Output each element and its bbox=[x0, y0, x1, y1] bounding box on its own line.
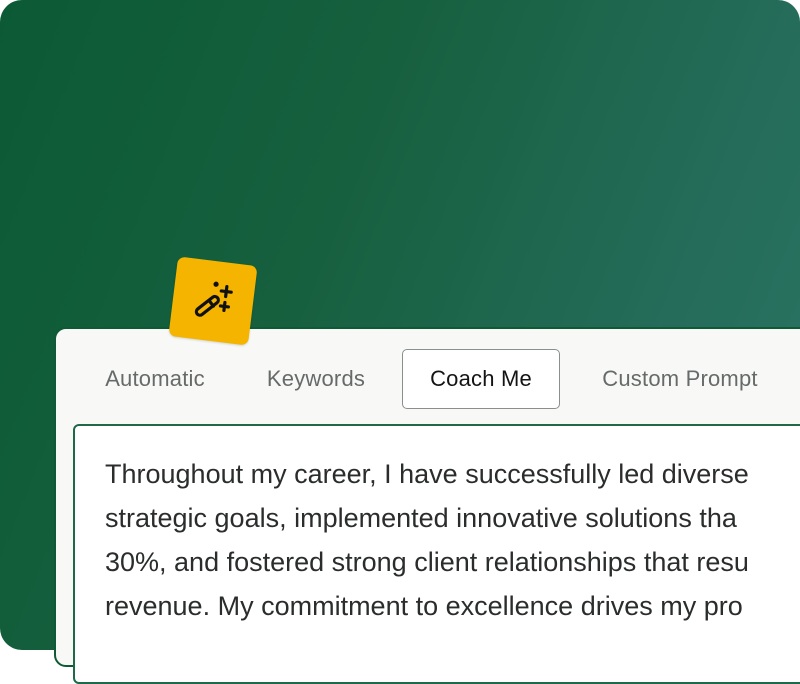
tab-coach-me[interactable]: Coach Me bbox=[402, 349, 560, 409]
tab-keywords[interactable]: Keywords bbox=[246, 349, 386, 409]
editor-line: strategic goals, implemented innovative … bbox=[105, 503, 737, 533]
mode-tabs: Automatic Keywords Coach Me Custom Promp… bbox=[56, 329, 800, 419]
editor-line: Throughout my career, I have successfull… bbox=[105, 459, 749, 489]
ai-badge bbox=[168, 256, 258, 346]
tab-custom-prompt[interactable]: Custom Prompt bbox=[580, 349, 780, 409]
editor-line: 30%, and fostered strong client relation… bbox=[105, 547, 749, 577]
magic-wand-icon bbox=[194, 281, 233, 317]
text-editor[interactable]: Throughout my career, I have successfull… bbox=[73, 424, 800, 684]
editor-panel: Automatic Keywords Coach Me Custom Promp… bbox=[54, 327, 800, 684]
editor-content[interactable]: Throughout my career, I have successfull… bbox=[105, 452, 800, 628]
editor-line: revenue. My commitment to excellence dri… bbox=[105, 591, 743, 621]
tab-automatic[interactable]: Automatic bbox=[82, 349, 228, 409]
